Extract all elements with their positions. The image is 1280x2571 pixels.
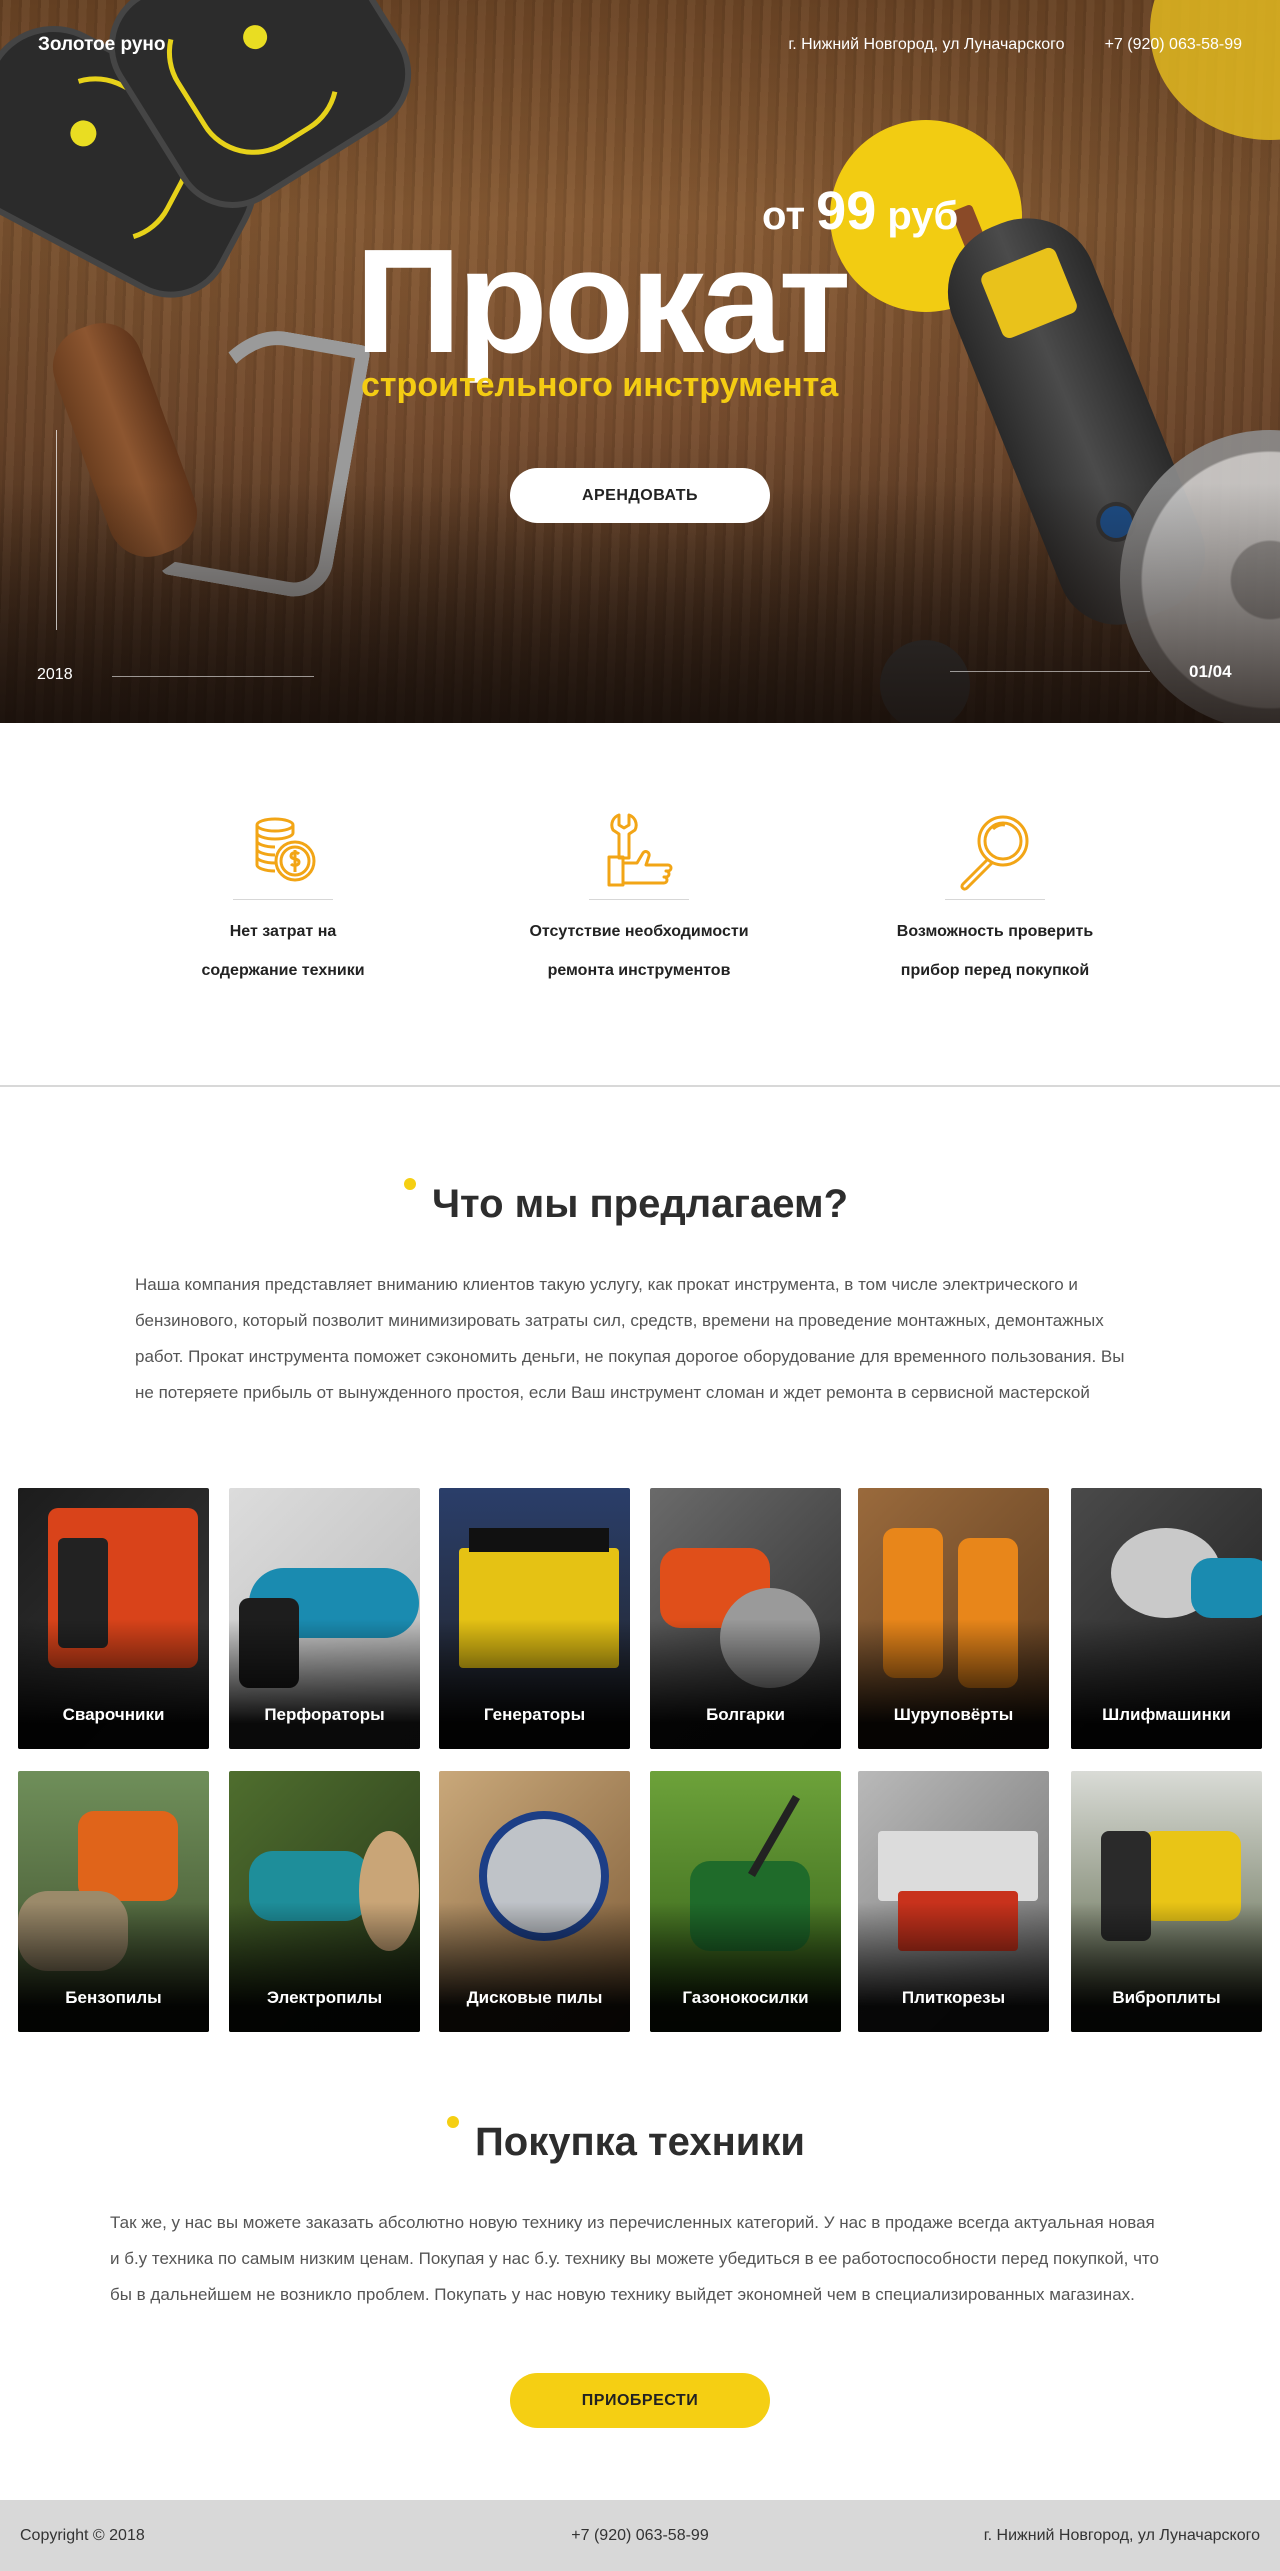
category-label: Болгарки <box>706 1705 785 1724</box>
category-card-screwdrivers[interactable]: Шуруповёрты <box>858 1488 1049 1749</box>
hero-title: Прокат <box>355 219 851 384</box>
slider-progress-left <box>112 676 314 677</box>
category-label: Газонокосилки <box>682 1988 809 2007</box>
benefit-text-2: ремонта инструментов <box>547 962 731 979</box>
category-card-tile-cutters[interactable]: Плиткорезы <box>858 1771 1049 2032</box>
category-card-perforators[interactable]: Перфораторы <box>229 1488 420 1749</box>
offer-title: Что мы предлагаем? <box>431 1182 849 1226</box>
benefit-item: Отсутствие необходимости ремонта инструм… <box>489 811 789 990</box>
offer-text-line: не потеряете прибыль от вынужденного про… <box>135 1383 1090 1402</box>
buy-description: Так же, у нас вы можете заказать абсолют… <box>110 2205 1170 2313</box>
category-label: Бензопилы <box>65 1988 162 2007</box>
benefit-text-2: прибор перед покупкой <box>900 962 1090 979</box>
hero-subtitle: строительного инструмента <box>361 366 839 404</box>
offer-heading: Что мы предлагаем? <box>0 1178 1280 1227</box>
hero-photo-crank <box>158 317 372 603</box>
footer-phone[interactable]: +7 (920) 063-58-99 <box>0 2527 1280 2545</box>
benefit-text-1: Нет затрат на <box>229 923 337 940</box>
header-phone[interactable]: +7 (920) 063-58-99 <box>1105 36 1242 54</box>
buy-heading: Покупка техники <box>0 2116 1280 2165</box>
category-label: Перфораторы <box>264 1705 385 1724</box>
buy-title: Покупка техники <box>475 2120 805 2164</box>
price-suffix: руб <box>887 194 959 238</box>
category-label: Сварочники <box>62 1705 165 1724</box>
buy-section: Покупка техники Так же, у нас вы можете … <box>0 2116 1280 2428</box>
heading-bullet <box>403 1178 416 1190</box>
heading-bullet <box>447 2116 460 2128</box>
category-label: Виброплиты <box>1112 1988 1221 2007</box>
benefit-item: Возможность проверить прибор перед покуп… <box>845 811 1145 990</box>
category-card-polishers[interactable]: Шлифмашинки <box>1071 1488 1262 1749</box>
logo[interactable]: Золотое руно <box>38 34 166 56</box>
hero-photo-chuck <box>880 640 970 723</box>
category-label: Плиткорезы <box>901 1988 1006 2007</box>
benefit-item: Нет затрат на содержание техники <box>133 811 433 990</box>
category-card-lawn-mowers[interactable]: Газонокосилки <box>650 1771 841 2032</box>
wrench-hand-icon <box>599 811 679 891</box>
slider-progress-right <box>950 671 1150 672</box>
hero-banner: Золотое руно г. Нижний Новгород, ул Луна… <box>0 0 1280 723</box>
benefit-text-2: содержание техники <box>201 962 365 979</box>
category-card-grinders[interactable]: Болгарки <box>650 1488 841 1749</box>
category-label: Электропилы <box>266 1988 383 2007</box>
slide-counter: 01/04 <box>1189 662 1232 681</box>
category-card-electric-saws[interactable]: Электропилы <box>229 1771 420 2032</box>
buy-text-line: Так же, у нас вы можете заказать абсолют… <box>110 2213 1155 2232</box>
rent-button[interactable]: АРЕНДОВАТЬ <box>510 468 770 523</box>
category-card-generators[interactable]: Генераторы <box>439 1488 630 1749</box>
buy-text-line: бы в дальнейшем не возникло проблем. Пок… <box>110 2285 1135 2304</box>
hero-divider <box>56 430 57 630</box>
category-grid: Сварочники Перфораторы Генераторы Болгар… <box>0 1488 1280 2032</box>
buy-text-line: и б.у техника по самым низким ценам. Пок… <box>110 2249 1159 2268</box>
category-card-circular-saws[interactable]: Дисковые пилы <box>439 1771 630 2032</box>
category-label: Дисковые пилы <box>466 1988 603 2007</box>
top-bar: Золотое руно г. Нижний Новгород, ул Луна… <box>0 0 1280 90</box>
offer-text-line: Наша компания представляет вниманию клие… <box>135 1275 1078 1294</box>
category-card-welders[interactable]: Сварочники <box>18 1488 209 1749</box>
magnifier-icon <box>955 811 1035 891</box>
benefit-text-1: Возможность проверить <box>896 923 1094 940</box>
header-address: г. Нижний Новгород, ул Луначарского <box>788 36 1065 53</box>
category-card-chainsaws[interactable]: Бензопилы <box>18 1771 209 2032</box>
benefits-section: Нет затрат на содержание техники Отсутст… <box>0 723 1280 1087</box>
buy-button[interactable]: ПРИОБРЕСТИ <box>510 2373 770 2428</box>
offer-description: Наша компания представляет вниманию клие… <box>135 1267 1145 1411</box>
page: Золотое руно г. Нижний Новгород, ул Луна… <box>0 0 1280 2571</box>
category-label: Шуруповёрты <box>893 1705 1014 1724</box>
hero-year: 2018 <box>37 666 73 683</box>
offer-section: Что мы предлагаем? Наша компания предста… <box>0 1178 1280 2032</box>
category-card-plate-compactors[interactable]: Виброплиты <box>1071 1771 1262 2032</box>
offer-text-line: бензинового, который позволит минимизиро… <box>135 1311 1104 1330</box>
offer-text-line: работ. Прокат инструмента поможет сэконо… <box>135 1347 1125 1366</box>
benefit-text-1: Отсутствие необходимости <box>529 923 749 940</box>
coins-icon <box>243 811 323 891</box>
category-label: Генераторы <box>483 1705 586 1724</box>
category-label: Шлифмашинки <box>1102 1705 1231 1724</box>
footer: Copyright © 2018 +7 (920) 063-58-99 г. Н… <box>0 2500 1280 2571</box>
